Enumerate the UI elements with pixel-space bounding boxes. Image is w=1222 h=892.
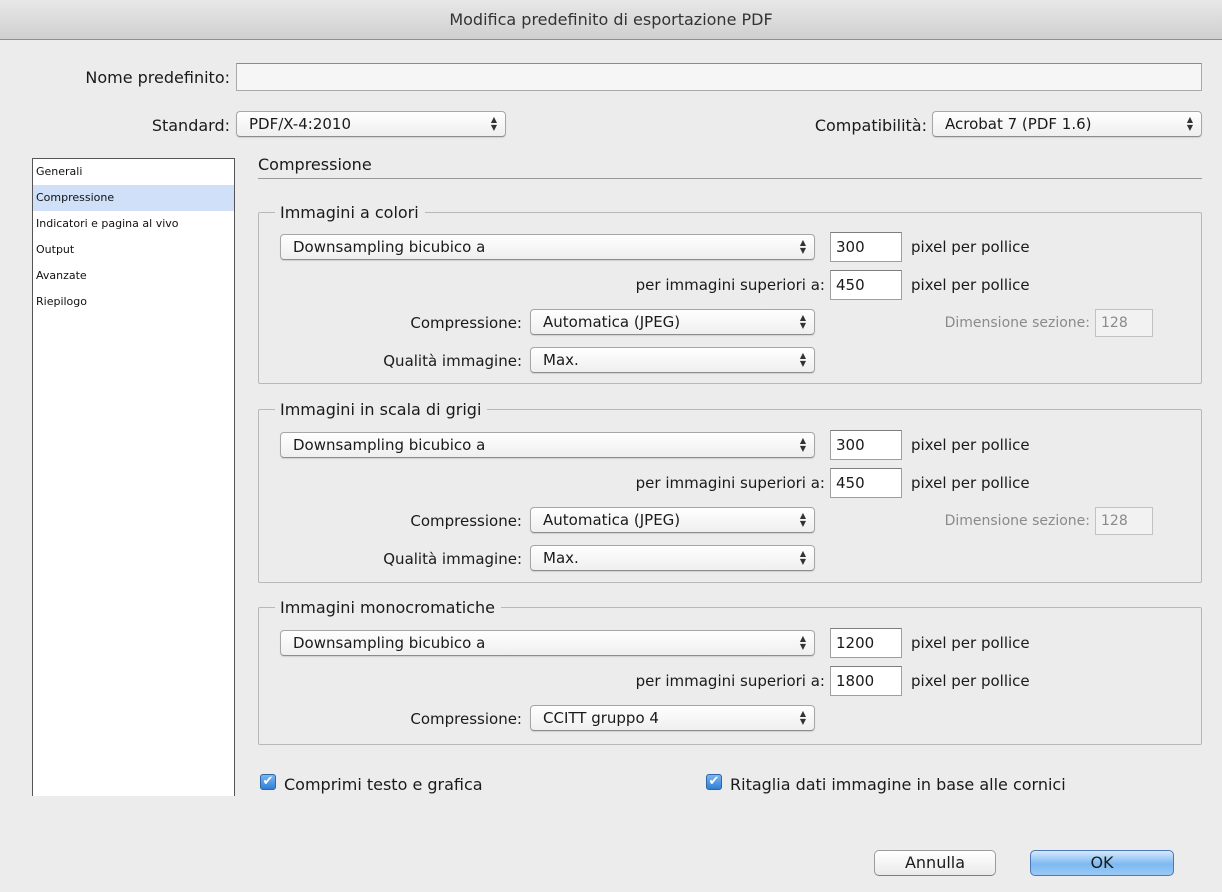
gray-images-title: Immagini in scala di grigi (275, 400, 488, 420)
gray-tile-label: Dimensione sezione: (944, 513, 1090, 529)
updown-arrows-icon: ▲ ▼ (1186, 115, 1193, 132)
mono-sampling-select[interactable]: Downsampling bicubico a ▲ ▼ (280, 630, 815, 656)
mono-above-unit: pixel per pollice (911, 672, 1030, 690)
sidebar-item-avanzate[interactable]: Avanzate (33, 263, 234, 289)
gray-quality-select[interactable]: Max. ▲ ▼ (530, 545, 815, 571)
color-sampling-select[interactable]: Downsampling bicubico a ▲ ▼ (280, 234, 815, 260)
sidebar-item-label: Indicatori e pagina al vivo (36, 217, 179, 230)
compress-text-checkbox[interactable]: ✔ (260, 774, 276, 790)
ok-button[interactable]: OK (1030, 850, 1174, 876)
section-divider (258, 178, 1202, 179)
crop-image-data-checkbox[interactable]: ✔ (706, 774, 722, 790)
compatibility-value: Acrobat 7 (PDF 1.6) (945, 115, 1092, 133)
checkmark-icon: ✔ (708, 774, 720, 789)
mono-sampling-value: Downsampling bicubico a (293, 634, 486, 652)
sidebar-item-output[interactable]: Output (33, 237, 234, 263)
cancel-button[interactable]: Annulla (874, 850, 996, 876)
gray-compression-value: Automatica (JPEG) (543, 511, 681, 529)
gray-quality-label: Qualità immagine: (383, 550, 522, 568)
color-above-unit: pixel per pollice (911, 276, 1030, 294)
preset-name-input[interactable] (236, 63, 1202, 91)
gray-compression-select[interactable]: Automatica (JPEG) ▲ ▼ (530, 507, 815, 533)
sidebar-item-label: Riepilogo (36, 295, 88, 308)
sidebar-item-generali[interactable]: Generali (33, 159, 234, 185)
gray-ppi-input[interactable]: 300 (830, 430, 902, 460)
section-title: Compressione (258, 155, 372, 174)
color-ppi-unit: pixel per pollice (911, 238, 1030, 256)
crop-image-data-label[interactable]: Ritaglia dati immagine in base alle corn… (730, 775, 1066, 794)
mono-compression-select[interactable]: CCITT gruppo 4 ▲ ▼ (530, 705, 815, 731)
sidebar-item-label: Avanzate (36, 269, 87, 282)
updown-arrows-icon: ▲ ▼ (799, 709, 806, 726)
mono-compression-value: CCITT gruppo 4 (543, 709, 659, 727)
standard-select[interactable]: PDF/X-4:2010 ▲ ▼ (236, 111, 506, 137)
compress-text-label[interactable]: Comprimi testo e grafica (284, 775, 483, 794)
updown-arrows-icon: ▲ ▼ (799, 511, 806, 528)
sidebar-item-label: Generali (36, 165, 83, 178)
updown-arrows-icon: ▲ ▼ (799, 351, 806, 368)
window-title: Modifica predefinito di esportazione PDF (0, 0, 1222, 40)
sidebar-item-indicatori[interactable]: Indicatori e pagina al vivo (33, 211, 234, 237)
updown-arrows-icon: ▲ ▼ (490, 115, 497, 132)
color-quality-select[interactable]: Max. ▲ ▼ (530, 347, 815, 373)
sidebar-item-riepilogo[interactable]: Riepilogo (33, 289, 234, 315)
compatibility-select[interactable]: Acrobat 7 (PDF 1.6) ▲ ▼ (932, 111, 1202, 137)
mono-above-input[interactable]: 1800 (830, 666, 902, 696)
color-compression-label: Compressione: (410, 314, 522, 332)
color-above-input[interactable]: 450 (830, 270, 902, 300)
updown-arrows-icon: ▲ ▼ (799, 634, 806, 651)
preset-name-label: Nome predefinito: (85, 68, 230, 87)
gray-above-input[interactable]: 450 (830, 468, 902, 498)
mono-images-title: Immagini monocromatiche (275, 598, 501, 618)
standard-label: Standard: (151, 116, 230, 135)
color-quality-value: Max. (543, 351, 579, 369)
color-above-label: per immagini superiori a: (635, 276, 825, 294)
mono-compression-label: Compressione: (410, 710, 522, 728)
updown-arrows-icon: ▲ ▼ (799, 238, 806, 255)
gray-above-unit: pixel per pollice (911, 474, 1030, 492)
sidebar-item-label: Output (36, 243, 75, 256)
color-compression-select[interactable]: Automatica (JPEG) ▲ ▼ (530, 309, 815, 335)
color-images-title: Immagini a colori (275, 203, 425, 223)
sidebar-item-compressione[interactable]: Compressione (33, 185, 234, 211)
updown-arrows-icon: ▲ ▼ (799, 549, 806, 566)
standard-value: PDF/X-4:2010 (249, 115, 351, 133)
compatibility-label: Compatibilità: (814, 116, 927, 135)
gray-quality-value: Max. (543, 549, 579, 567)
sidebar-item-label: Compressione (36, 191, 115, 204)
gray-above-label: per immagini superiori a: (635, 474, 825, 492)
color-compression-value: Automatica (JPEG) (543, 313, 681, 331)
gray-tile-input: 128 (1095, 507, 1153, 535)
color-tile-input: 128 (1095, 309, 1153, 337)
gray-sampling-value: Downsampling bicubico a (293, 436, 486, 454)
updown-arrows-icon: ▲ ▼ (799, 436, 806, 453)
color-quality-label: Qualità immagine: (383, 352, 522, 370)
gray-ppi-unit: pixel per pollice (911, 436, 1030, 454)
mono-ppi-unit: pixel per pollice (911, 634, 1030, 652)
sidebar: Generali Compressione Indicatori e pagin… (32, 158, 235, 796)
updown-arrows-icon: ▲ ▼ (799, 313, 806, 330)
gray-sampling-select[interactable]: Downsampling bicubico a ▲ ▼ (280, 432, 815, 458)
color-ppi-input[interactable]: 300 (830, 232, 902, 262)
mono-ppi-input[interactable]: 1200 (830, 628, 902, 658)
color-tile-label: Dimensione sezione: (944, 315, 1090, 331)
gray-compression-label: Compressione: (410, 512, 522, 530)
color-sampling-value: Downsampling bicubico a (293, 238, 486, 256)
checkmark-icon: ✔ (262, 774, 274, 789)
mono-above-label: per immagini superiori a: (635, 672, 825, 690)
